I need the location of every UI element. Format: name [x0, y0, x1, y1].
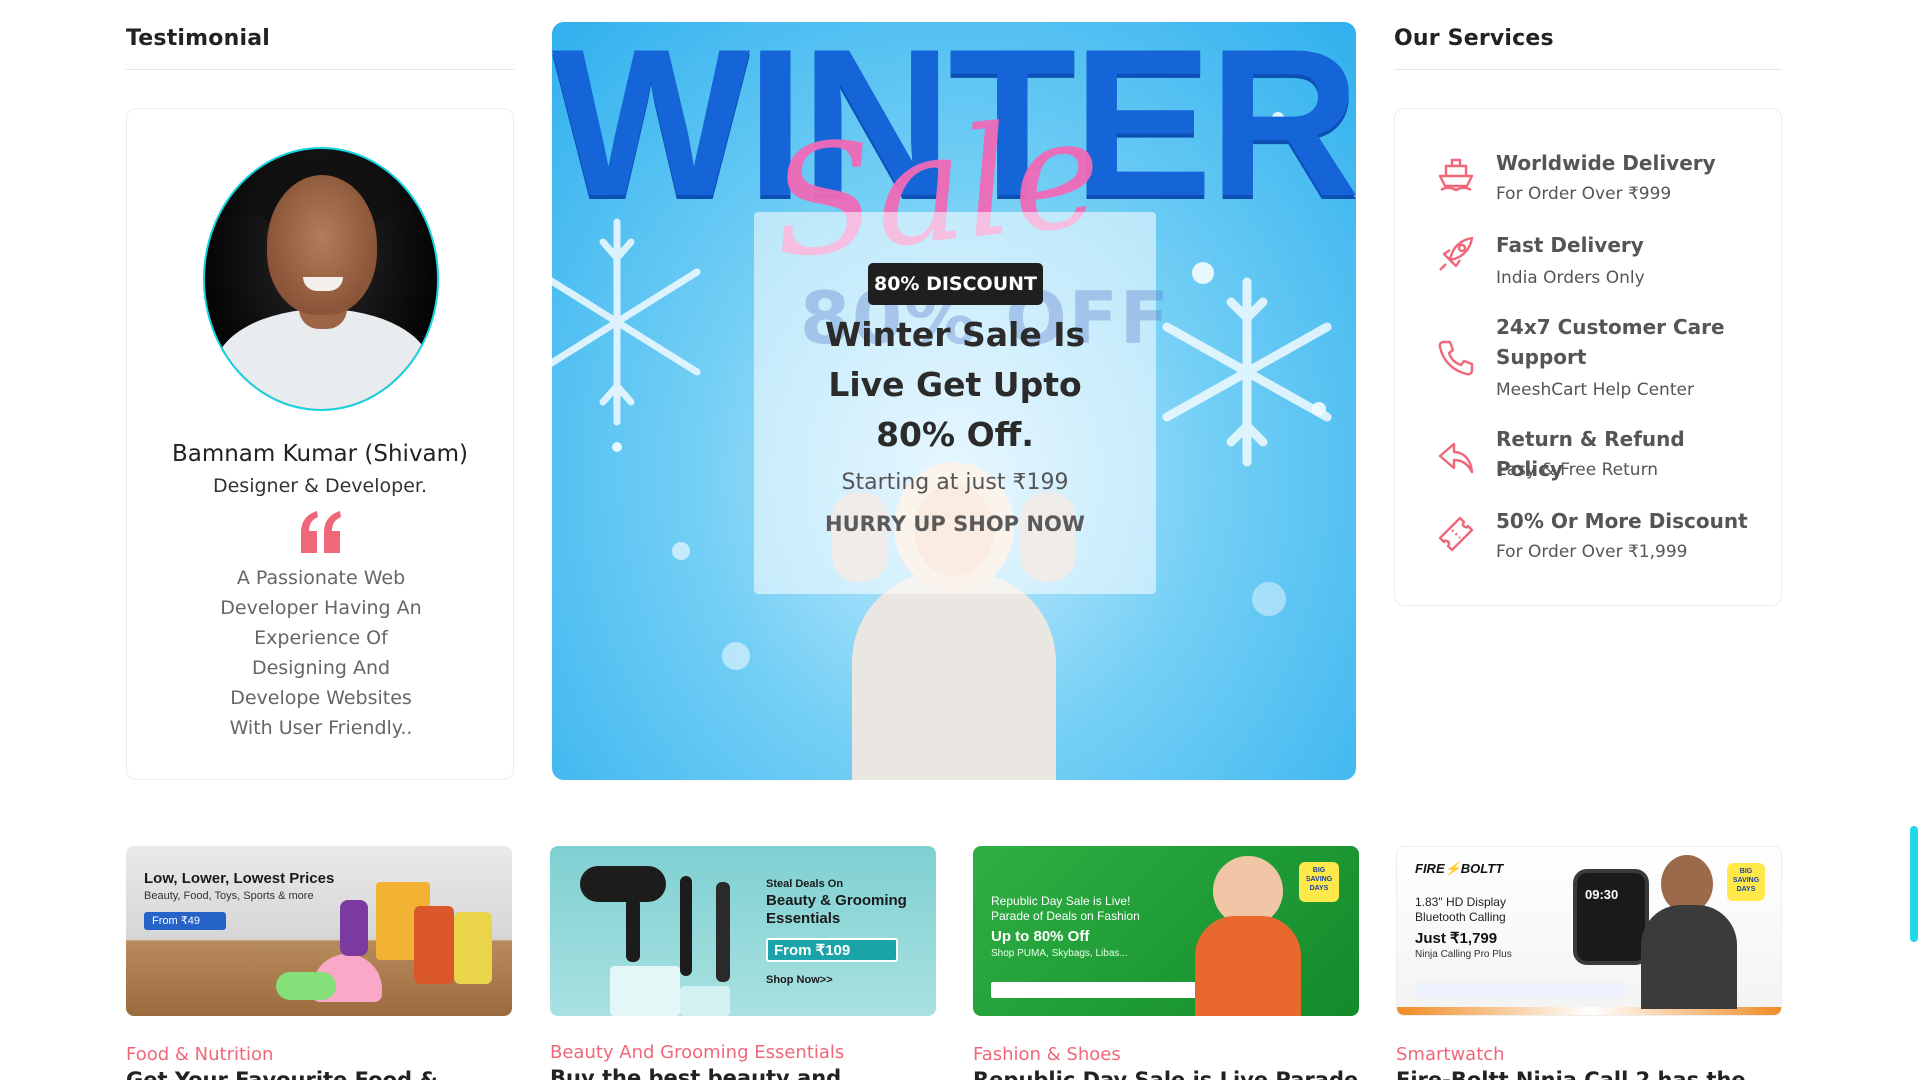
- testimonial-role: Designer & Developer.: [212, 475, 427, 497]
- service-title: 24x7 Customer Care Support: [1496, 315, 1725, 369]
- promo-heading: Winter Sale Is Live Get Upto 80% Off.: [824, 315, 1086, 454]
- hair-dryer-product: [580, 866, 666, 902]
- service-subtitle: India Orders Only: [1496, 268, 1645, 288]
- testimonial-section-title: Testimonial: [126, 26, 270, 51]
- product-title[interactable]: Get Your Favourite Food &: [126, 1068, 438, 1080]
- avatar: [203, 147, 439, 411]
- smartwatch-image: [1573, 869, 1649, 965]
- product-title[interactable]: Fire-Boltt Ninja Call 2 has the: [1396, 1068, 1746, 1080]
- page-scrollbar-thumb[interactable]: [1910, 826, 1918, 942]
- oil-product: [454, 912, 492, 984]
- product-banner-beauty[interactable]: Steal Deals On Beauty & Grooming Essenti…: [550, 846, 936, 1016]
- testimonial-card: Bamnam Kumar (Shivam) Designer & Develop…: [126, 108, 514, 780]
- ship-icon: [1438, 158, 1474, 192]
- services-title-divider: [1394, 69, 1782, 70]
- product-category[interactable]: Fashion & Shoes: [973, 1044, 1121, 1065]
- service-subtitle: For Order Over ₹1,999: [1496, 542, 1688, 562]
- service-title: Worldwide Delivery: [1496, 151, 1716, 175]
- straightener-product: [680, 876, 692, 976]
- product-title[interactable]: Buy the best beauty and: [550, 1066, 841, 1080]
- curler-product: [716, 882, 730, 982]
- return-arrow-icon: [1438, 442, 1474, 474]
- quote-icon: [301, 511, 341, 553]
- product-banner-food[interactable]: Low, Lower, Lowest Prices Beauty, Food, …: [126, 846, 512, 1016]
- phone-icon: [1438, 340, 1474, 376]
- discount-badge: 80% DISCOUNT: [868, 263, 1043, 305]
- yoga-mat-product: [276, 972, 336, 1000]
- product-category[interactable]: Smartwatch: [1396, 1044, 1505, 1065]
- product-banner-fashion[interactable]: Republic Day Sale is Live! Parade of Dea…: [973, 846, 1359, 1016]
- product-category[interactable]: Beauty And Grooming Essentials: [550, 1042, 844, 1063]
- service-title: Fast Delivery: [1496, 233, 1644, 257]
- service-subtitle: MeeshCart Help Center: [1496, 380, 1694, 400]
- rocket-icon: [1439, 236, 1474, 271]
- service-subtitle: Easy & Free Return: [1496, 460, 1659, 480]
- ticket-icon: [1438, 516, 1474, 552]
- health-drink-product: [414, 906, 454, 984]
- service-subtitle: For Order Over ₹999: [1496, 184, 1672, 204]
- product-title[interactable]: Republic Day Sale is Live Parade: [973, 1068, 1358, 1080]
- service-title: 50% Or More Discount: [1496, 509, 1748, 533]
- product-banner-smartwatch[interactable]: FIRE⚡BOLTT 1.83" HD Display Bluetooth Ca…: [1396, 846, 1782, 1016]
- snowflake-left-icon: [552, 218, 701, 426]
- product-category[interactable]: Food & Nutrition: [126, 1044, 273, 1065]
- shop-now-link[interactable]: HURRY UP SHOP NOW: [770, 512, 1140, 536]
- services-section-title: Our Services: [1394, 26, 1554, 51]
- testimonial-quote: A Passionate Web Developer Having An Exp…: [220, 567, 422, 739]
- bank-offer-strip: [1415, 983, 1625, 997]
- promo-starting-price: Starting at just ₹199: [841, 470, 1069, 495]
- bottle-product: [340, 900, 368, 956]
- snowflake-right-icon: [1162, 277, 1332, 467]
- bank-offer-strip: [991, 982, 1211, 998]
- testimonial-name: Bamnam Kumar (Shivam): [171, 441, 469, 467]
- testimonial-title-divider: [126, 69, 514, 70]
